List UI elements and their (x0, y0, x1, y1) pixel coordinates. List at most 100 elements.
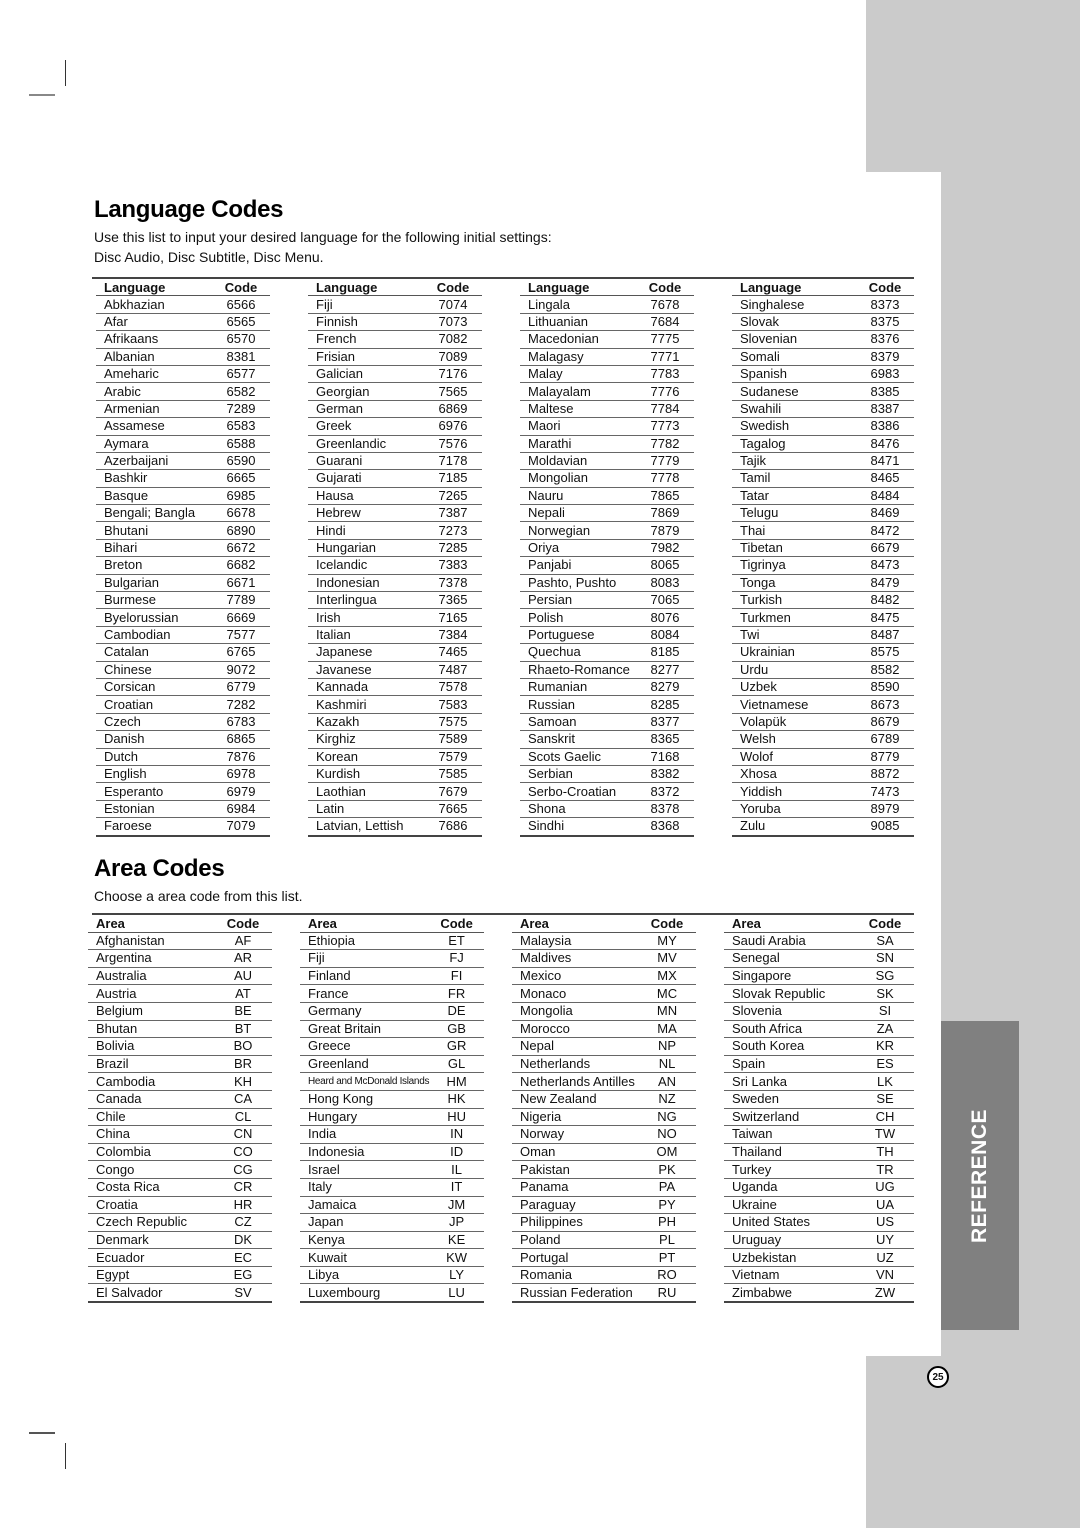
table-header-row: Area Code (512, 915, 696, 933)
column-header-code: Code (424, 279, 482, 297)
table-row: Tatar 8484 (732, 487, 914, 506)
area-name: New Zealand (512, 1090, 638, 1109)
table-row: Bolivia BO (88, 1037, 272, 1056)
language-code: 6679 (856, 539, 914, 558)
language-code: 9072 (212, 661, 270, 679)
table-row: Vietnamese 8673 (732, 695, 914, 714)
area-code: MV (638, 949, 696, 968)
language-code: 8487 (856, 626, 914, 645)
table-row: Laothian 7679 (308, 782, 482, 801)
table-row: Kazakh 7575 (308, 713, 482, 732)
crop-mark (29, 1432, 55, 1434)
table-row: Rumanian 8279 (520, 678, 694, 697)
area-name: Bhutan (88, 1020, 214, 1039)
language-code: 7579 (424, 748, 482, 766)
table-row: Ameharic 6577 (96, 365, 270, 384)
language-name: Javanese (308, 661, 424, 679)
language-name: Ameharic (96, 365, 212, 384)
area-name: Nepal (512, 1037, 638, 1056)
area-code: GL (429, 1055, 484, 1074)
area-code: TR (856, 1160, 914, 1179)
language-code: 7583 (424, 695, 482, 714)
column-header-code: Code (636, 279, 694, 297)
table-row: Saudi Arabia SA (724, 932, 914, 951)
table-row: Mexico MX (512, 967, 696, 986)
area-code: OM (638, 1143, 696, 1162)
area-name: Taiwan (724, 1125, 856, 1144)
table-row: Arabic 6582 (96, 382, 270, 401)
language-code: 7378 (424, 574, 482, 593)
table-row: Italy IT (300, 1178, 484, 1197)
language-code: 7585 (424, 765, 482, 784)
language-code: 6890 (212, 521, 270, 540)
language-code: 8673 (856, 695, 914, 714)
table-row: Congo CG (88, 1160, 272, 1179)
area-code: GR (429, 1037, 484, 1056)
table-row: Cambodian 7577 (96, 626, 270, 645)
table-row: Wolof 8779 (732, 748, 914, 766)
table-row: Indonesian 7378 (308, 574, 482, 593)
language-code: 7576 (424, 435, 482, 453)
table-row: Mongolian 7778 (520, 469, 694, 488)
table-row: Egypt EG (88, 1266, 272, 1285)
language-code: 9085 (856, 817, 914, 837)
language-name: Spanish (732, 365, 856, 384)
table-row: Greenlandic 7576 (308, 435, 482, 453)
table-row: Kurdish 7585 (308, 765, 482, 784)
language-name: Sudanese (732, 382, 856, 401)
table-row: Kirghiz 7589 (308, 730, 482, 749)
language-code: 8479 (856, 574, 914, 593)
area-name: Singapore (724, 967, 856, 986)
language-name: Thai (732, 521, 856, 540)
language-code: 8084 (636, 626, 694, 645)
language-name: Finnish (308, 313, 424, 332)
table-row: Ukraine UA (724, 1196, 914, 1215)
language-code: 7775 (636, 330, 694, 349)
table-row: Shona 8378 (520, 800, 694, 819)
language-name: Polish (520, 608, 636, 627)
language-name: Serbo-Croatian (520, 782, 636, 801)
area-name: Congo (88, 1160, 214, 1179)
language-code: 8379 (856, 348, 914, 366)
language-code: 7783 (636, 365, 694, 384)
area-table-3: Area Code Malaysia MY Maldives MV Mexico MX Mona… (512, 915, 696, 1304)
crop-mark (29, 94, 55, 96)
language-name: Sanskrit (520, 730, 636, 749)
table-row: Byelorussian 6669 (96, 608, 270, 627)
language-code: 7784 (636, 400, 694, 419)
table-row: Greek 6976 (308, 417, 482, 436)
language-code: 8185 (636, 643, 694, 662)
language-name: Armenian (96, 400, 212, 419)
area-name: Ukraine (724, 1196, 856, 1215)
table-row: Zimbabwe ZW (724, 1283, 914, 1304)
area-name: Zimbabwe (724, 1283, 856, 1304)
area-code: LK (856, 1072, 914, 1091)
language-name: Turkish (732, 591, 856, 610)
language-code: 7686 (424, 817, 482, 837)
area-name: Canada (88, 1090, 214, 1109)
table-row: Japan JP (300, 1213, 484, 1232)
area-name: Ethiopia (300, 932, 430, 951)
language-codes-title: Language Codes (94, 196, 284, 223)
language-code: 6985 (212, 487, 270, 506)
area-name: Italy (300, 1178, 430, 1197)
area-code: MC (638, 984, 696, 1003)
language-name: Maori (520, 417, 636, 436)
language-code: 6577 (212, 365, 270, 384)
table-row: Philippines PH (512, 1213, 696, 1232)
area-code: CH (856, 1108, 914, 1127)
language-name: Yiddish (732, 782, 856, 801)
language-code: 6984 (212, 800, 270, 819)
language-name: Dutch (96, 748, 212, 766)
table-row: Polish 8076 (520, 608, 694, 627)
area-name: Portugal (512, 1248, 638, 1267)
language-name: Tajik (732, 452, 856, 471)
table-row: Estonian 6984 (96, 800, 270, 819)
table-row: Telugu 8469 (732, 504, 914, 523)
area-code: RO (638, 1266, 696, 1285)
table-row: Tibetan 6679 (732, 539, 914, 558)
language-name: Icelandic (308, 556, 424, 575)
language-code: 6669 (212, 608, 270, 627)
table-row: Rhaeto-Romance 8277 (520, 661, 694, 679)
language-code: 7778 (636, 469, 694, 488)
